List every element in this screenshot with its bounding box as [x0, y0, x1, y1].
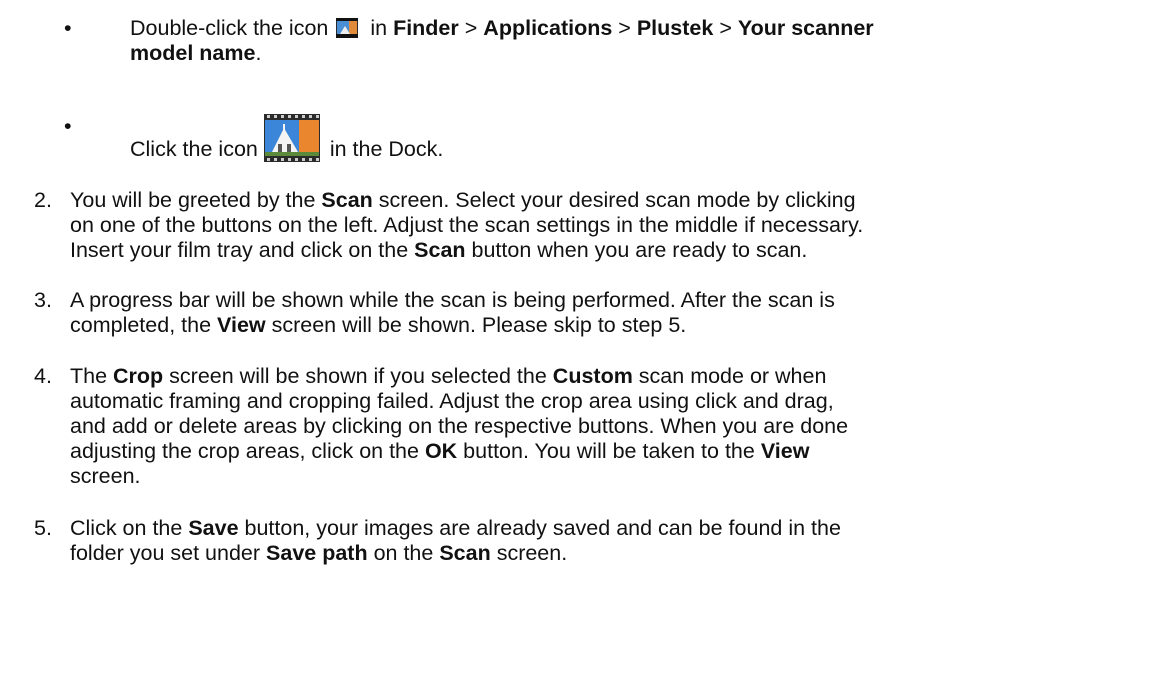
step-number: 4. [34, 364, 52, 388]
app-icon-large [263, 114, 320, 162]
bullet-dot: • [64, 16, 72, 40]
menu-path-applications: Applications [483, 16, 613, 40]
step-text: adjusting the crop areas, click on the [70, 439, 425, 463]
step-text: A progress bar will be shown while the s… [70, 288, 835, 312]
step-text: folder you set under [70, 541, 267, 565]
ui-term-ok: OK [424, 439, 458, 463]
menu-path-plustek: Plustek [636, 16, 714, 40]
step-text: completed, the [70, 313, 218, 337]
bullet-text: in the Dock. [329, 137, 444, 161]
ui-term-scan: Scan [439, 541, 491, 565]
ui-term-scan: Scan [321, 188, 373, 212]
menu-path-model: Your scanner [737, 16, 874, 40]
step-text: button. You will be taken to the [457, 439, 761, 463]
ui-term-save: Save [188, 516, 239, 540]
step-number: 3. [34, 288, 52, 312]
ui-term-save-path: Save path [266, 541, 368, 565]
step-text: scan mode or when [632, 364, 827, 388]
step-text: and add or delete areas by clicking on t… [70, 414, 849, 438]
step-text: automatic framing and cropping failed. A… [70, 389, 834, 413]
step-number: 5. [34, 516, 52, 540]
path-separator: > [719, 16, 732, 40]
step-text: on one of the buttons on the left. Adjus… [70, 213, 864, 237]
step-text: button when you are ready to scan. [465, 238, 808, 262]
ui-term-scan: Scan [414, 238, 466, 262]
bullet-text: in [370, 16, 388, 40]
step-text: The [70, 364, 114, 388]
ui-term-view: View [760, 439, 810, 463]
ui-term-crop: Crop [113, 364, 164, 388]
step-text: Click on the [70, 516, 189, 540]
ui-term-view: View [217, 313, 266, 337]
step-text: on the [367, 541, 440, 565]
menu-path-finder: Finder [393, 16, 459, 40]
step-text: screen. [490, 541, 568, 565]
path-separator: > [618, 16, 631, 40]
period: . [255, 41, 262, 65]
ui-term-custom: Custom [552, 364, 633, 388]
step-text: screen. [70, 464, 141, 488]
step-number: 2. [34, 188, 52, 212]
step-text: screen will be shown. Please skip to ste… [265, 313, 687, 337]
step-text: Insert your film tray and click on the [70, 238, 415, 262]
bullet-text: Double-click the icon [130, 16, 329, 40]
step-text: button, your images are already saved an… [238, 516, 841, 540]
step-text: You will be greeted by the [70, 188, 322, 212]
step-text: screen will be shown if you selected the [163, 364, 553, 388]
bullet-dot: • [64, 114, 72, 138]
bullet-text: Click the icon [130, 137, 258, 161]
app-icon-small [336, 18, 359, 38]
menu-path-model-cont: model name [130, 41, 256, 65]
step-text: screen. Select your desired scan mode by… [372, 188, 856, 212]
path-separator: > [464, 16, 478, 40]
